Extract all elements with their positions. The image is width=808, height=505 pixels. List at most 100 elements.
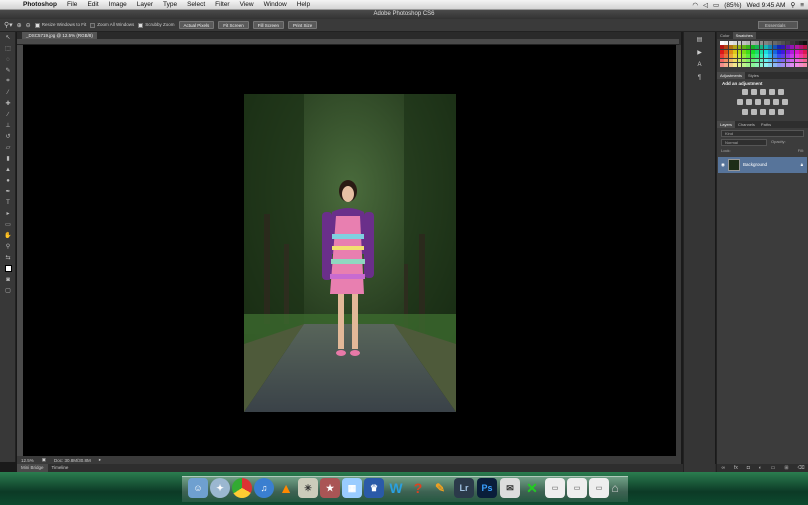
folder-icon[interactable]: ▭ <box>771 465 776 471</box>
chrome-icon[interactable] <box>232 478 252 498</box>
healing-tool-icon[interactable]: ✚ <box>0 98 16 109</box>
clock[interactable]: Wed 9:45 AM <box>747 2 786 9</box>
menu-file[interactable]: File <box>62 1 82 8</box>
word-icon[interactable]: W <box>386 478 406 498</box>
curves-icon[interactable] <box>759 88 766 95</box>
brightness-icon[interactable] <box>741 88 748 95</box>
visibility-eye-icon[interactable]: ◉ <box>721 162 725 168</box>
swatch[interactable] <box>741 49 746 54</box>
notification-icon[interactable]: ≡ <box>800 2 804 9</box>
menu-view[interactable]: View <box>235 1 259 8</box>
scrubby-checkbox[interactable] <box>138 22 144 28</box>
document-tab[interactable]: _DSC5719.jpg @ 12.5% (RGB/8) <box>22 32 97 39</box>
vibrance-icon[interactable] <box>777 88 784 95</box>
swatch[interactable] <box>781 41 786 45</box>
swatches-grid[interactable] <box>717 39 808 69</box>
swatch[interactable] <box>728 62 733 67</box>
photo-image[interactable] <box>244 94 456 412</box>
spotlight-icon[interactable]: ⚲ <box>790 1 795 9</box>
color-balance-icon[interactable] <box>746 98 752 105</box>
swatch[interactable] <box>777 58 781 63</box>
swatch[interactable] <box>737 62 742 67</box>
powerpoint-icon[interactable]: ? <box>408 478 428 498</box>
imovie-icon[interactable]: ★ <box>320 478 340 498</box>
swatch[interactable] <box>741 62 746 67</box>
menu-filter[interactable]: Filter <box>210 1 234 8</box>
workspace-select[interactable]: Essentials <box>758 21 798 29</box>
swatch[interactable] <box>746 62 751 67</box>
hue-sat-icon[interactable] <box>737 98 743 105</box>
posterize-icon[interactable] <box>750 108 757 115</box>
eyedropper-tool-icon[interactable]: ⁄ <box>0 87 16 98</box>
swatch[interactable] <box>733 58 738 63</box>
swatch[interactable] <box>737 45 742 50</box>
pen-tool-icon[interactable]: ✒ <box>0 186 16 197</box>
swatch[interactable] <box>768 62 773 67</box>
swatch[interactable] <box>720 41 724 45</box>
swatch[interactable] <box>777 49 781 54</box>
layer-filter-kind[interactable]: Kind <box>721 129 804 137</box>
swatch[interactable] <box>794 45 799 50</box>
swatch[interactable] <box>772 58 777 63</box>
swatch[interactable] <box>720 62 724 67</box>
levels-icon[interactable] <box>750 88 757 95</box>
swatch[interactable] <box>733 41 738 45</box>
swatch[interactable] <box>777 62 781 67</box>
swatch[interactable] <box>750 41 755 45</box>
swatch[interactable] <box>741 58 746 63</box>
swatch[interactable] <box>737 41 742 45</box>
swatch[interactable] <box>728 54 733 59</box>
swatch[interactable] <box>733 54 738 59</box>
type-tool-icon[interactable]: T <box>0 197 16 208</box>
doc-size[interactable]: Doc: 30.8M/30.8M <box>54 458 91 463</box>
tab-timeline[interactable]: Timeline <box>48 464 73 472</box>
swatch[interactable] <box>759 49 764 54</box>
swatch[interactable] <box>759 45 764 50</box>
swatch[interactable] <box>720 45 724 50</box>
menu-type[interactable]: Type <box>158 1 182 8</box>
swatch[interactable] <box>733 49 738 54</box>
swatch[interactable] <box>724 41 729 45</box>
swatch[interactable] <box>794 49 799 54</box>
tab-layers[interactable]: Layers <box>717 120 736 128</box>
swatch[interactable] <box>785 62 790 67</box>
swatch[interactable] <box>794 54 799 59</box>
swatch[interactable] <box>803 41 808 45</box>
swatch[interactable] <box>746 41 751 45</box>
swatch[interactable] <box>772 54 777 59</box>
stamp-tool-icon[interactable]: ⊥ <box>0 120 16 131</box>
swatch[interactable] <box>785 54 790 59</box>
trash-can-icon[interactable]: ⌂ <box>605 478 625 498</box>
swatch[interactable] <box>803 62 808 67</box>
swatch[interactable] <box>759 54 764 59</box>
swatch[interactable] <box>724 49 729 54</box>
swatch[interactable] <box>737 54 742 59</box>
swatch[interactable] <box>763 54 768 59</box>
swatch[interactable] <box>763 45 768 50</box>
swatch[interactable] <box>750 62 755 67</box>
swatch[interactable] <box>768 58 773 63</box>
lookup-icon[interactable] <box>782 98 788 105</box>
swatch[interactable] <box>785 58 790 63</box>
safari-icon[interactable]: ✦ <box>210 478 230 498</box>
swatch[interactable] <box>759 41 764 45</box>
new-layer-icon[interactable]: ⊞ <box>784 465 788 471</box>
swatch[interactable] <box>777 45 781 50</box>
eraser-tool-icon[interactable]: ▱ <box>0 142 16 153</box>
crop-tool-icon[interactable]: ⌗ <box>0 76 16 87</box>
swatch[interactable] <box>737 58 742 63</box>
tab-paths[interactable]: Paths <box>758 121 774 128</box>
status-icon[interactable]: ▣ <box>42 457 46 463</box>
zoom-all-checkbox[interactable] <box>90 22 96 28</box>
swatch[interactable] <box>781 62 786 67</box>
swatch[interactable] <box>755 41 760 45</box>
preview-icon[interactable]: ✳ <box>298 478 318 498</box>
swatch[interactable] <box>741 45 746 50</box>
swatch[interactable] <box>790 41 795 45</box>
swatch[interactable] <box>781 54 786 59</box>
menu-layer[interactable]: Layer <box>132 1 158 8</box>
resize-checkbox[interactable] <box>34 22 40 28</box>
history-panel-icon[interactable]: ▤ <box>689 36 711 45</box>
menu-window[interactable]: Window <box>259 1 292 8</box>
tab-color[interactable]: Color <box>717 32 733 39</box>
